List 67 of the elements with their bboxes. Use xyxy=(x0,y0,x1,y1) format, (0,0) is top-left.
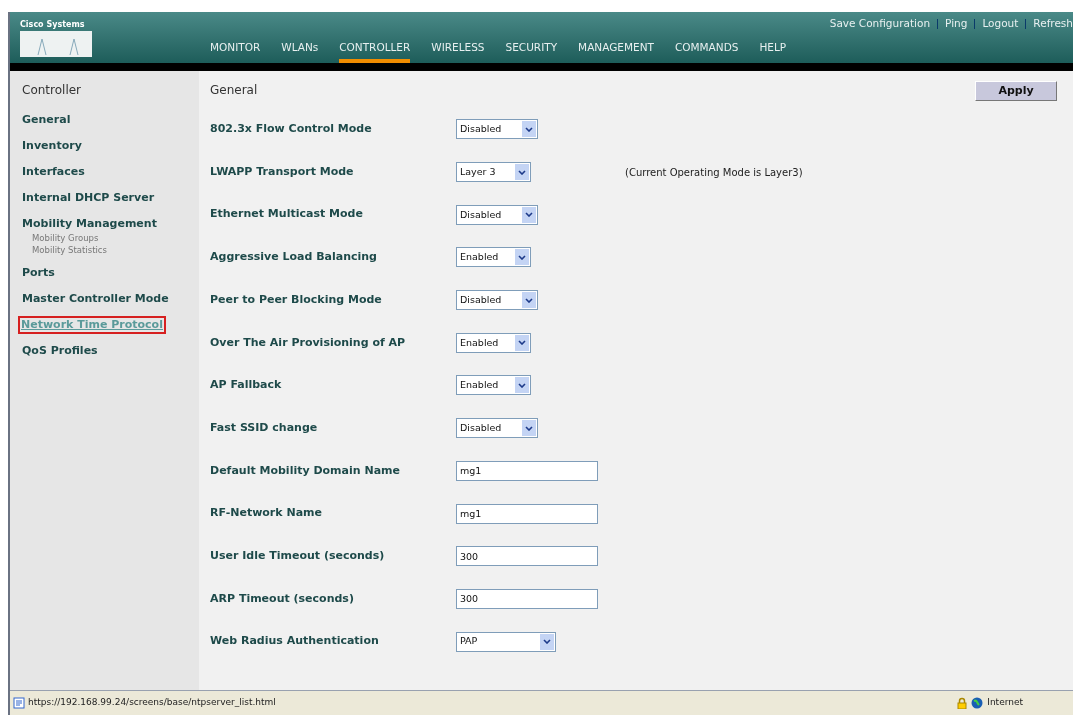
text-field[interactable]: mg1 xyxy=(456,460,598,481)
menu-tab[interactable]: WLANs xyxy=(281,40,319,63)
text-field[interactable]: 300 xyxy=(456,588,598,609)
sidebar-sublink[interactable]: Mobility Groups xyxy=(32,232,199,244)
setting-label: AP Fallback xyxy=(210,377,283,394)
setting-label: Peer to Peer Blocking Mode xyxy=(210,291,383,308)
header-link[interactable]: Refresh xyxy=(1033,16,1073,32)
padlock-icon xyxy=(957,697,968,709)
dropdown[interactable]: PAP xyxy=(456,631,556,652)
sidebar-link[interactable]: Master Controller Mode xyxy=(22,292,169,306)
security-zone: Internet xyxy=(987,696,1023,710)
dropdown[interactable]: Disabled xyxy=(456,204,538,225)
text-field[interactable]: 300 xyxy=(456,546,598,567)
setting-label: Web Radius Authentication xyxy=(210,633,380,650)
setting-label: User Idle Timeout (seconds) xyxy=(210,547,386,564)
sidebar-title: Controller xyxy=(22,82,83,99)
menu-tab[interactable]: HELP xyxy=(759,40,787,63)
menu-tab[interactable]: COMMANDS xyxy=(674,40,739,63)
sidebar-link[interactable]: Mobility Management xyxy=(22,217,157,231)
header-link[interactable]: Save Configuration xyxy=(829,16,931,32)
setting-label: Ethernet Multicast Mode xyxy=(210,206,364,223)
setting-label: 802.3x Flow Control Mode xyxy=(210,121,373,138)
note-text: (Current Operating Mode is Layer3) xyxy=(625,165,803,180)
menu-tab[interactable]: SECURITY xyxy=(505,40,558,63)
header-link[interactable]: Logout xyxy=(982,16,1019,32)
logo-text: Cisco Systems xyxy=(20,21,86,29)
sidebar-link[interactable]: Ports xyxy=(22,266,55,280)
setting-label: RF-Network Name xyxy=(210,505,323,522)
chevron-down-icon xyxy=(525,297,533,303)
page-icon xyxy=(13,697,25,709)
chevron-down-icon xyxy=(525,126,533,132)
chevron-down-icon xyxy=(543,639,551,645)
status-url: https://192.168.99.24/screens/base/ntpserver_list.html xyxy=(28,696,277,710)
setting-label: Default Mobility Domain Name xyxy=(210,462,401,479)
globe-icon xyxy=(971,697,984,709)
sidebar-link[interactable]: Internal DHCP Server xyxy=(22,191,155,205)
dropdown[interactable]: Disabled xyxy=(456,290,538,311)
chevron-down-icon xyxy=(525,212,533,218)
bridge-logo-icon xyxy=(20,31,92,57)
text-field[interactable]: mg1 xyxy=(456,503,598,524)
sidebar-link[interactable]: Interfaces xyxy=(22,165,85,179)
setting-label: LWAPP Transport Mode xyxy=(210,163,355,180)
setting-label: Over The Air Provisioning of AP xyxy=(210,334,407,351)
dropdown[interactable]: Layer 3 xyxy=(456,162,531,183)
setting-label: Aggressive Load Balancing xyxy=(210,249,378,266)
sidebar-link[interactable]: General xyxy=(22,113,71,127)
dropdown[interactable]: Enabled xyxy=(456,375,531,396)
menu-tab[interactable]: MONITOR xyxy=(210,40,261,63)
apply-button[interactable]: Apply xyxy=(975,81,1057,101)
chevron-down-icon xyxy=(518,254,526,260)
setting-label: Fast SSID change xyxy=(210,419,319,436)
setting-label: ARP Timeout (seconds) xyxy=(210,590,355,607)
dropdown[interactable]: Enabled xyxy=(456,332,531,353)
sidebar-link[interactable]: QoS Profiles xyxy=(22,344,98,358)
sidebar-link[interactable]: Inventory xyxy=(22,139,82,153)
header-link[interactable]: Ping xyxy=(945,16,968,32)
menu-tab[interactable]: MANAGEMENT xyxy=(578,40,654,63)
chevron-down-icon xyxy=(518,340,526,346)
dropdown[interactable]: Enabled xyxy=(456,247,531,268)
chevron-down-icon xyxy=(525,425,533,431)
page-title: General xyxy=(210,82,258,99)
menu-tab[interactable]: WIRELESS xyxy=(431,40,485,63)
chevron-down-icon xyxy=(518,169,526,175)
chevron-down-icon xyxy=(518,382,526,388)
dropdown[interactable]: Disabled xyxy=(456,418,538,439)
sidebar-sublink[interactable]: Mobility Statistics xyxy=(32,244,199,256)
dropdown[interactable]: Disabled xyxy=(456,119,538,140)
